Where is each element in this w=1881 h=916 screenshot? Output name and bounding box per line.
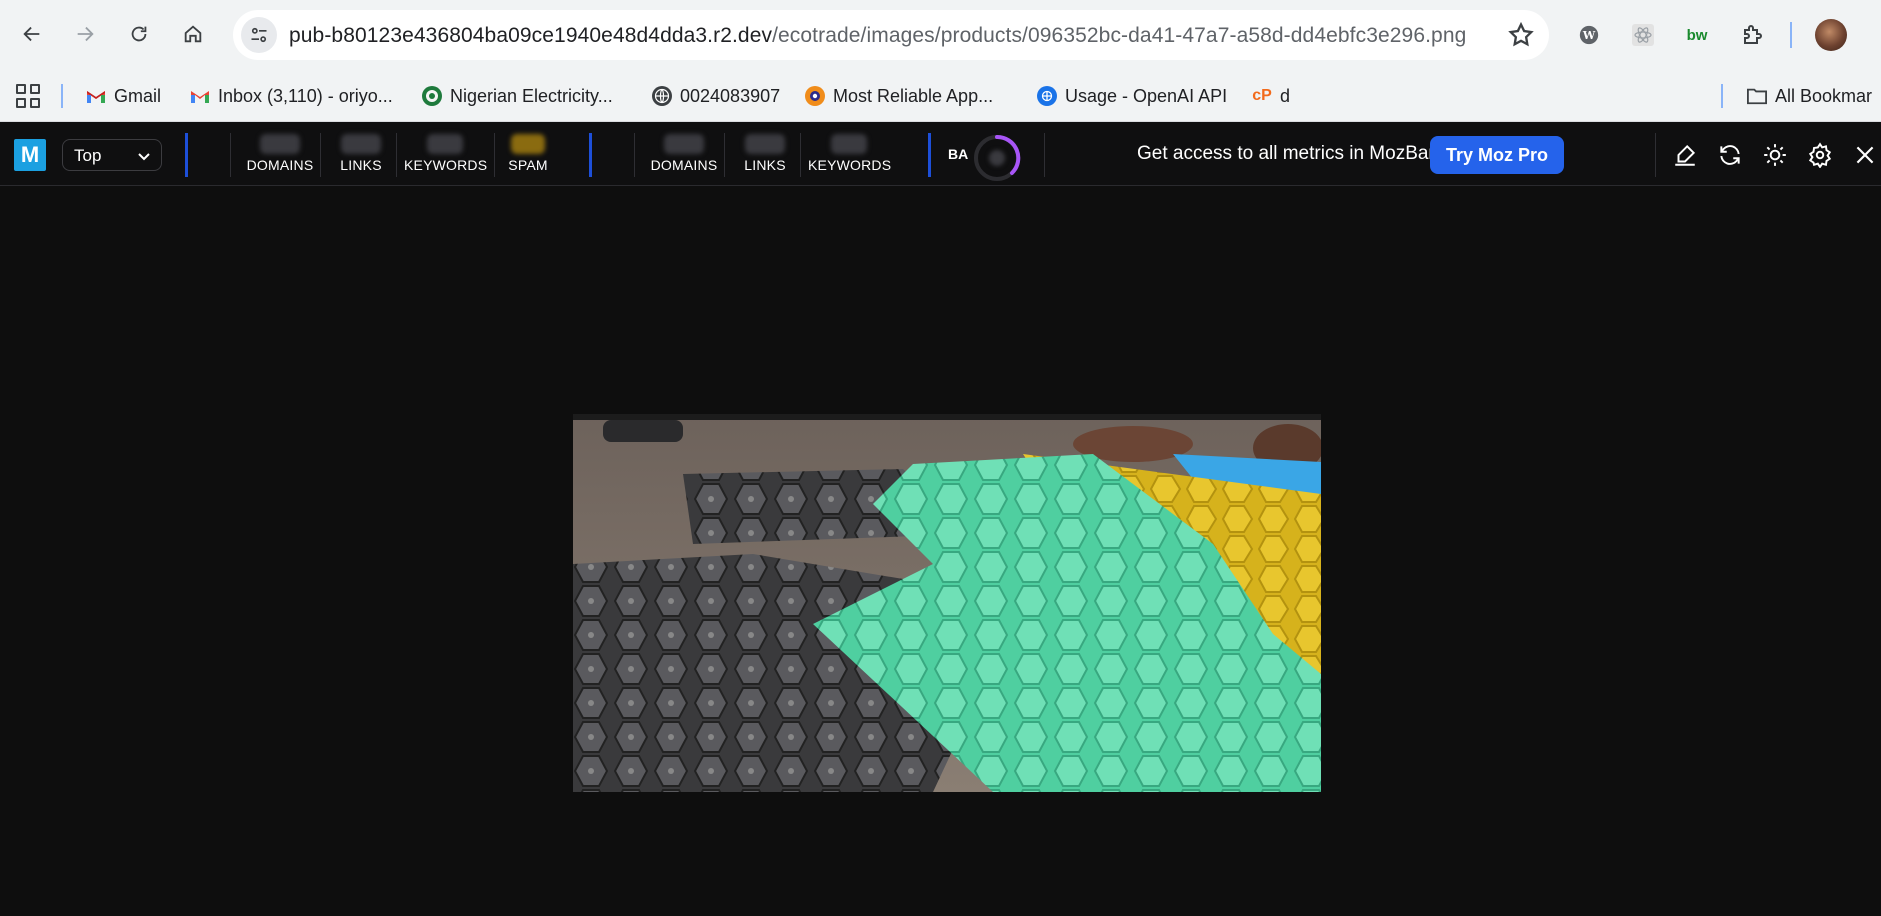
bookmark-number[interactable]: 0024083907 bbox=[652, 82, 780, 110]
toolbar-divider bbox=[1790, 22, 1792, 48]
profile-avatar[interactable] bbox=[1815, 19, 1847, 51]
highlighter-icon[interactable] bbox=[1672, 142, 1698, 168]
close-icon[interactable] bbox=[1852, 142, 1878, 168]
metric-value-blurred bbox=[511, 134, 545, 154]
theme-sun-icon[interactable] bbox=[1762, 142, 1788, 168]
try-moz-pro-button[interactable]: Try Moz Pro bbox=[1430, 136, 1564, 174]
metric-label: KEYWORDS bbox=[808, 157, 892, 173]
metric-page-spam: SPAM bbox=[500, 134, 556, 173]
metric-value-blurred bbox=[260, 134, 300, 154]
paving-tiles-photo bbox=[573, 414, 1321, 792]
cpanel-icon: cP bbox=[1252, 87, 1272, 104]
metric-domain-links: LINKS bbox=[730, 134, 800, 173]
mozbar-divider bbox=[928, 133, 931, 177]
reload-icon[interactable] bbox=[121, 16, 157, 52]
svg-text:W: W bbox=[1582, 29, 1596, 42]
wordpress-icon[interactable]: W bbox=[1573, 19, 1605, 51]
bookmark-nigerian-electricity[interactable]: Nigerian Electricity... bbox=[422, 82, 613, 110]
product-image bbox=[573, 414, 1321, 792]
all-bookmarks-folder[interactable]: All Bookmar bbox=[1747, 82, 1872, 110]
mozbar-divider bbox=[589, 133, 592, 177]
bw-extension-icon[interactable]: bw bbox=[1681, 19, 1713, 51]
ba-score-ring bbox=[974, 134, 1021, 181]
metric-label: SPAM bbox=[508, 157, 548, 173]
mozbar-divider bbox=[800, 133, 801, 177]
gmail-icon bbox=[86, 86, 106, 106]
puzzle-extensions-icon[interactable] bbox=[1736, 19, 1768, 51]
address-bar[interactable]: pub-b80123e436804ba09ce1940e48d4dda3.r2.… bbox=[233, 10, 1549, 60]
all-bookmarks-label: All Bookmar bbox=[1775, 85, 1873, 106]
mozbar: M Top DOMAINS LINKS KEYWORDS SPAM DOMAIN… bbox=[0, 122, 1881, 186]
metric-label: DOMAINS bbox=[246, 157, 314, 173]
browser-toolbar: pub-b80123e436804ba09ce1940e48d4dda3.r2.… bbox=[0, 0, 1881, 70]
metric-value-blurred bbox=[831, 134, 867, 154]
mozbar-divider bbox=[320, 133, 321, 177]
bookmark-most-reliable-app[interactable]: Most Reliable App... bbox=[805, 82, 993, 110]
metric-label: LINKS bbox=[744, 157, 786, 173]
url-path: /ecotrade/images/products/096352bc-da41-… bbox=[772, 24, 1467, 47]
metric-domain-keywords: KEYWORDS bbox=[808, 134, 892, 173]
metric-value-blurred bbox=[664, 134, 704, 154]
mozbar-divider bbox=[396, 133, 397, 177]
chevron-down-icon bbox=[138, 153, 150, 161]
url-text[interactable]: pub-b80123e436804ba09ce1940e48d4dda3.r2.… bbox=[289, 24, 1466, 48]
bookmark-d[interactable]: cP d bbox=[1252, 82, 1290, 110]
folder-icon bbox=[1747, 86, 1767, 106]
bookmark-star-icon[interactable] bbox=[1507, 21, 1535, 49]
mozbar-divider bbox=[1655, 133, 1656, 177]
bookmark-inbox[interactable]: Inbox (3,110) - oriyo... bbox=[190, 82, 393, 110]
metric-label: LINKS bbox=[340, 157, 382, 173]
back-icon[interactable] bbox=[14, 16, 50, 52]
site-info-icon[interactable] bbox=[241, 17, 277, 53]
metric-page-keywords: KEYWORDS bbox=[404, 134, 488, 173]
apps-grid-icon[interactable] bbox=[16, 84, 40, 108]
app-logo-icon bbox=[805, 86, 825, 106]
metric-label: DOMAINS bbox=[650, 157, 718, 173]
mozbar-divider bbox=[634, 133, 635, 177]
openai-icon bbox=[1037, 86, 1057, 106]
settings-gear-icon[interactable] bbox=[1807, 142, 1833, 169]
refresh-icon[interactable] bbox=[1717, 142, 1743, 168]
metric-page-domains: DOMAINS bbox=[238, 134, 322, 173]
moz-scope-value: Top bbox=[74, 146, 102, 165]
bookmarks-bar: Gmail Inbox (3,110) - oriyo... Nigerian … bbox=[0, 70, 1881, 122]
globe-icon bbox=[652, 86, 672, 106]
url-host: pub-b80123e436804ba09ce1940e48d4dda3.r2.… bbox=[289, 24, 773, 47]
promo-text: Get access to all metrics in MozBar bbox=[1137, 143, 1435, 164]
bookmark-label: 0024083907 bbox=[680, 85, 781, 106]
mozbar-divider bbox=[724, 133, 725, 177]
bookmark-label: Gmail bbox=[114, 85, 162, 106]
metric-value-blurred bbox=[341, 134, 381, 154]
bookmark-label: Inbox (3,110) - oriyo... bbox=[218, 85, 393, 106]
mozbar-divider bbox=[185, 133, 188, 177]
nerc-logo-icon bbox=[422, 86, 442, 106]
metric-value-blurred bbox=[427, 134, 463, 154]
home-icon[interactable] bbox=[175, 16, 211, 52]
svg-text:bw: bw bbox=[1687, 27, 1708, 44]
ba-label: BA bbox=[948, 146, 969, 162]
bookmarks-divider bbox=[1721, 84, 1723, 108]
moz-scope-select[interactable]: Top bbox=[62, 139, 162, 171]
mozbar-divider bbox=[494, 133, 495, 177]
mozbar-divider bbox=[1044, 133, 1045, 177]
metric-value-blurred bbox=[745, 134, 785, 154]
bookmark-label: Usage - OpenAI API bbox=[1065, 85, 1228, 106]
mozbar-divider bbox=[230, 133, 231, 177]
gmail-icon bbox=[190, 86, 210, 106]
bookmark-openai-usage[interactable]: Usage - OpenAI API bbox=[1037, 82, 1227, 110]
metric-page-links: LINKS bbox=[326, 134, 396, 173]
metric-label: KEYWORDS bbox=[404, 157, 488, 173]
forward-icon[interactable] bbox=[67, 16, 103, 52]
moz-logo-icon[interactable]: M bbox=[14, 139, 46, 171]
bookmark-label: d bbox=[1280, 85, 1291, 106]
bookmarks-divider bbox=[61, 84, 63, 108]
bookmark-gmail[interactable]: Gmail bbox=[86, 82, 161, 110]
bookmark-label: Most Reliable App... bbox=[833, 85, 994, 106]
react-devtools-icon[interactable] bbox=[1627, 19, 1659, 51]
metric-domain-domains: DOMAINS bbox=[642, 134, 726, 173]
bookmark-label: Nigerian Electricity... bbox=[450, 85, 613, 106]
